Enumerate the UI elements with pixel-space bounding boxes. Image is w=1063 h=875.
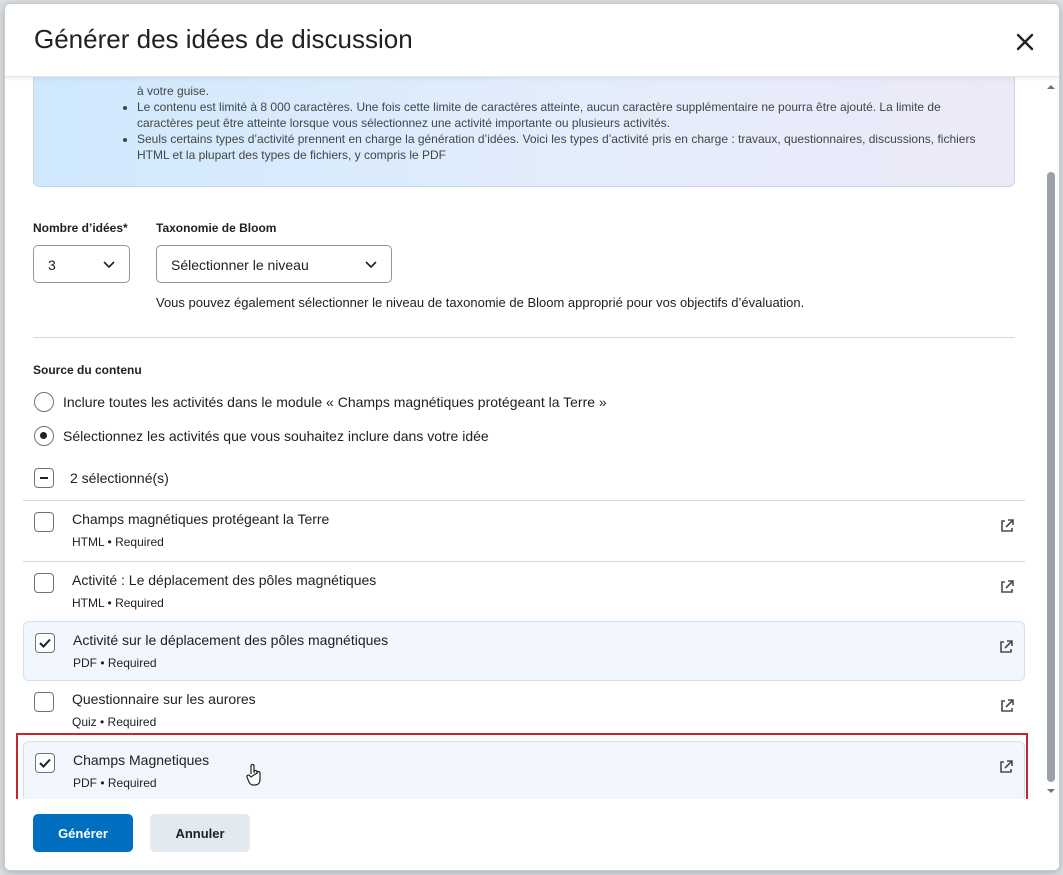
ideas-count-select[interactable]: 3 xyxy=(33,245,130,283)
radio-include-all-label[interactable]: Inclure toutes les activités dans le mod… xyxy=(63,394,607,410)
activity-row[interactable]: Activité sur le déplacement des pôles ma… xyxy=(23,621,1025,681)
scrollbar-thumb[interactable] xyxy=(1047,172,1055,782)
dialog-body: à votre guise. Le contenu est limité à 8… xyxy=(5,77,1059,799)
activity-row[interactable]: Champs Magnetiques PDF • Required xyxy=(23,741,1025,799)
info-line: à votre guise. xyxy=(137,84,210,98)
activity-name: Questionnaire sur les aurores xyxy=(72,691,256,707)
activity-checkbox[interactable] xyxy=(35,753,55,773)
activity-checkbox[interactable] xyxy=(35,633,55,653)
activity-name: Activité sur le déplacement des pôles ma… xyxy=(73,632,389,648)
activity-row[interactable]: Activité : Le déplacement des pôles magn… xyxy=(23,561,1025,621)
dialog-title: Générer des idées de discussion xyxy=(34,24,413,54)
info-list: Le contenu est limité à 8 000 caractères… xyxy=(119,99,999,163)
checkmark-icon xyxy=(39,758,51,768)
external-link-icon[interactable] xyxy=(999,698,1015,714)
scroll-down-icon[interactable] xyxy=(1045,787,1057,795)
generate-ideas-dialog: Générer des idées de discussion à votre … xyxy=(4,3,1060,871)
ideas-count-value: 3 xyxy=(48,257,56,273)
bloom-taxonomy-select[interactable]: Sélectionner le niveau xyxy=(156,245,392,283)
activity-row[interactable]: Champs magnétiques protégeant la Terre H… xyxy=(23,500,1025,560)
activity-name: Champs Magnetiques xyxy=(73,752,210,768)
dialog-header: Générer des idées de discussion xyxy=(5,4,1059,77)
activity-checkbox[interactable] xyxy=(34,573,54,593)
chevron-down-icon xyxy=(103,261,115,269)
ideas-count-label: Nombre d’idées* xyxy=(33,221,128,235)
checkmark-icon xyxy=(39,638,51,648)
content-source-label: Source du contenu xyxy=(33,363,142,377)
activity-meta: PDF • Required xyxy=(73,656,157,670)
radio-select-activities-label[interactable]: Sélectionnez les activités que vous souh… xyxy=(63,428,489,444)
activity-meta: PDF • Required xyxy=(73,776,157,790)
external-link-icon[interactable] xyxy=(998,759,1014,775)
activity-row[interactable]: Questionnaire sur les aurores Quiz • Req… xyxy=(23,681,1025,741)
selected-count: 2 sélectionné(s) xyxy=(70,470,169,486)
minus-icon xyxy=(40,477,48,479)
external-link-icon[interactable] xyxy=(999,518,1015,534)
activity-checkbox[interactable] xyxy=(34,692,54,712)
close-button[interactable] xyxy=(1011,28,1039,56)
info-bullet: Le contenu est limité à 8 000 caractères… xyxy=(137,99,999,131)
bloom-hint: Vous pouvez également sélectionner le ni… xyxy=(156,295,805,310)
activity-name: Champs magnétiques protégeant la Terre xyxy=(72,511,330,527)
hand-cursor-icon xyxy=(246,763,261,786)
activity-meta: Quiz • Required xyxy=(72,715,157,729)
bloom-taxonomy-label: Taxonomie de Bloom xyxy=(156,221,277,235)
external-link-icon[interactable] xyxy=(999,579,1015,595)
activity-meta: HTML • Required xyxy=(72,596,164,610)
info-panel: à votre guise. Le contenu est limité à 8… xyxy=(33,77,1015,187)
external-link-icon[interactable] xyxy=(998,639,1014,655)
vertical-scrollbar[interactable] xyxy=(1044,77,1056,799)
activity-checkbox[interactable] xyxy=(34,512,54,532)
radio-include-all[interactable] xyxy=(34,392,54,412)
generate-button[interactable]: Générer xyxy=(33,814,133,852)
activity-meta: HTML • Required xyxy=(72,535,164,549)
cancel-button[interactable]: Annuler xyxy=(150,814,250,852)
radio-select-activities[interactable] xyxy=(34,426,54,446)
activity-name: Activité : Le déplacement des pôles magn… xyxy=(72,572,377,588)
close-icon xyxy=(1016,33,1034,51)
select-all-checkbox[interactable] xyxy=(34,468,54,488)
info-bullet: Seuls certains types d’activité prennent… xyxy=(137,131,999,163)
scroll-up-icon[interactable] xyxy=(1045,83,1057,91)
dialog-footer: Générer Annuler xyxy=(5,800,1059,870)
bloom-taxonomy-value: Sélectionner le niveau xyxy=(171,257,309,273)
chevron-down-icon xyxy=(365,261,377,269)
divider xyxy=(33,337,1015,338)
